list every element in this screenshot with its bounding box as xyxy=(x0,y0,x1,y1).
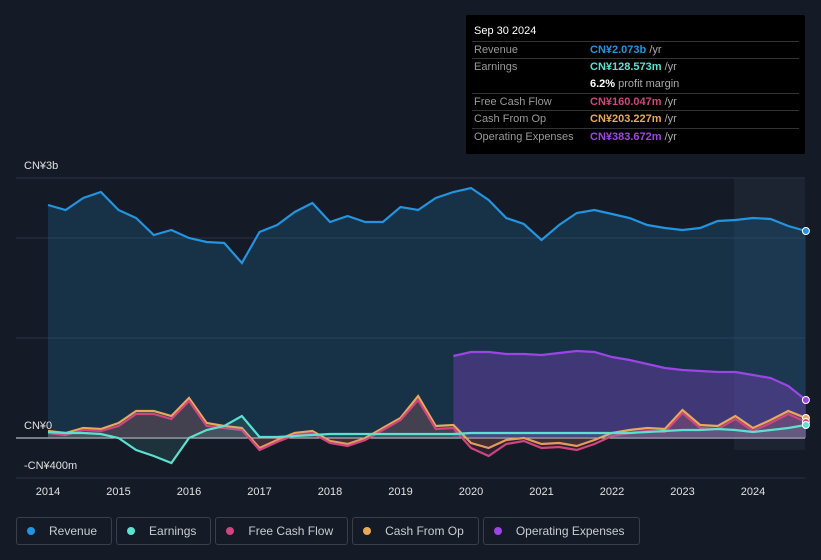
tooltip-label: Cash From Op xyxy=(474,113,547,126)
unit: profit margin xyxy=(615,77,680,90)
x-tick-label: 2019 xyxy=(388,486,412,498)
value: CN¥2.073b xyxy=(590,44,647,56)
y-label-zero: CN¥0 xyxy=(24,420,53,432)
series-end-point xyxy=(801,227,810,235)
x-tick-label: 2018 xyxy=(318,486,342,498)
value: CN¥160.047m xyxy=(590,95,662,108)
tooltip-date: Sep 30 2024 xyxy=(474,25,537,37)
x-tick-label: 2023 xyxy=(670,486,694,498)
tooltip-row: Operating Expenses CN¥383.672m /yr xyxy=(472,127,799,146)
series-end-point xyxy=(801,396,810,404)
value: CN¥203.227m xyxy=(590,113,662,126)
tooltip-value: 6.2% profit margin xyxy=(590,76,679,93)
unit: /yr xyxy=(646,44,662,56)
legend-label: Earnings xyxy=(149,524,197,538)
legend-dot-icon xyxy=(363,527,372,535)
x-tick-label: 2014 xyxy=(36,486,60,498)
legend-item-free-cash-flow[interactable]: Free Cash Flow xyxy=(215,517,349,545)
legend-item-revenue[interactable]: Revenue xyxy=(16,517,113,545)
value: CN¥128.573m xyxy=(590,61,662,74)
unit: /yr xyxy=(661,95,677,108)
y-label-top: CN¥3b xyxy=(24,160,59,172)
x-tick-label: 2020 xyxy=(459,486,483,498)
tooltip-label: Earnings xyxy=(474,61,518,74)
x-tick-label: 2016 xyxy=(177,486,201,498)
tooltip-label: Operating Expenses xyxy=(474,130,574,143)
legend-label: Operating Expenses xyxy=(515,524,625,538)
tooltip-row: Free Cash Flow CN¥160.047m /yr xyxy=(472,92,799,111)
tooltip-row: 6.2% profit margin xyxy=(472,76,799,93)
legend-dot-icon xyxy=(127,527,136,535)
tooltip-label: Revenue xyxy=(474,44,519,56)
unit: /yr xyxy=(661,113,677,126)
tooltip-row: Cash From Op CN¥203.227m /yr xyxy=(472,110,799,128)
x-tick-label: 2021 xyxy=(529,486,553,498)
legend-label: Cash From Op xyxy=(385,524,464,538)
legend: Revenue Earnings Free Cash Flow Cash From O… xyxy=(16,517,640,545)
tooltip-value: CN¥383.672m /yr xyxy=(590,129,677,146)
value: CN¥383.672m xyxy=(590,130,662,143)
y-label-bottom: -CN¥400m xyxy=(24,460,78,472)
legend-item-cash-from-op[interactable]: Cash From Op xyxy=(352,517,479,545)
tooltip-value: CN¥203.227m /yr xyxy=(590,111,677,128)
value: 6.2% xyxy=(590,77,616,90)
legend-item-operating-expenses[interactable]: Operating Expenses xyxy=(482,517,640,545)
x-tick-label: 2015 xyxy=(106,486,130,498)
legend-label: Revenue xyxy=(49,524,98,538)
legend-dot-icon xyxy=(226,527,235,535)
legend-label: Free Cash Flow xyxy=(248,524,334,538)
tooltip: Sep 30 2024 Revenue CN¥2.073b /yr Earnings… xyxy=(466,15,805,154)
tooltip-row: Earnings CN¥128.573m /yr xyxy=(472,58,799,76)
series-end-point xyxy=(801,421,810,429)
legend-dot-icon xyxy=(27,527,35,535)
x-tick-label: 2022 xyxy=(600,486,624,498)
legend-item-earnings[interactable]: Earnings xyxy=(116,517,212,545)
tooltip-value: CN¥160.047m /yr xyxy=(590,94,677,111)
x-tick-label: 2024 xyxy=(741,486,765,498)
tooltip-value: CN¥128.573m /yr xyxy=(590,59,677,76)
unit: /yr xyxy=(661,130,677,143)
tooltip-value: CN¥2.073b /yr xyxy=(590,42,662,59)
x-tick-label: 2017 xyxy=(247,486,271,498)
legend-dot-icon xyxy=(493,527,502,535)
tooltip-row: Revenue CN¥2.073b /yr xyxy=(472,41,799,59)
unit: /yr xyxy=(661,61,677,74)
tooltip-label: Free Cash Flow xyxy=(474,95,552,108)
